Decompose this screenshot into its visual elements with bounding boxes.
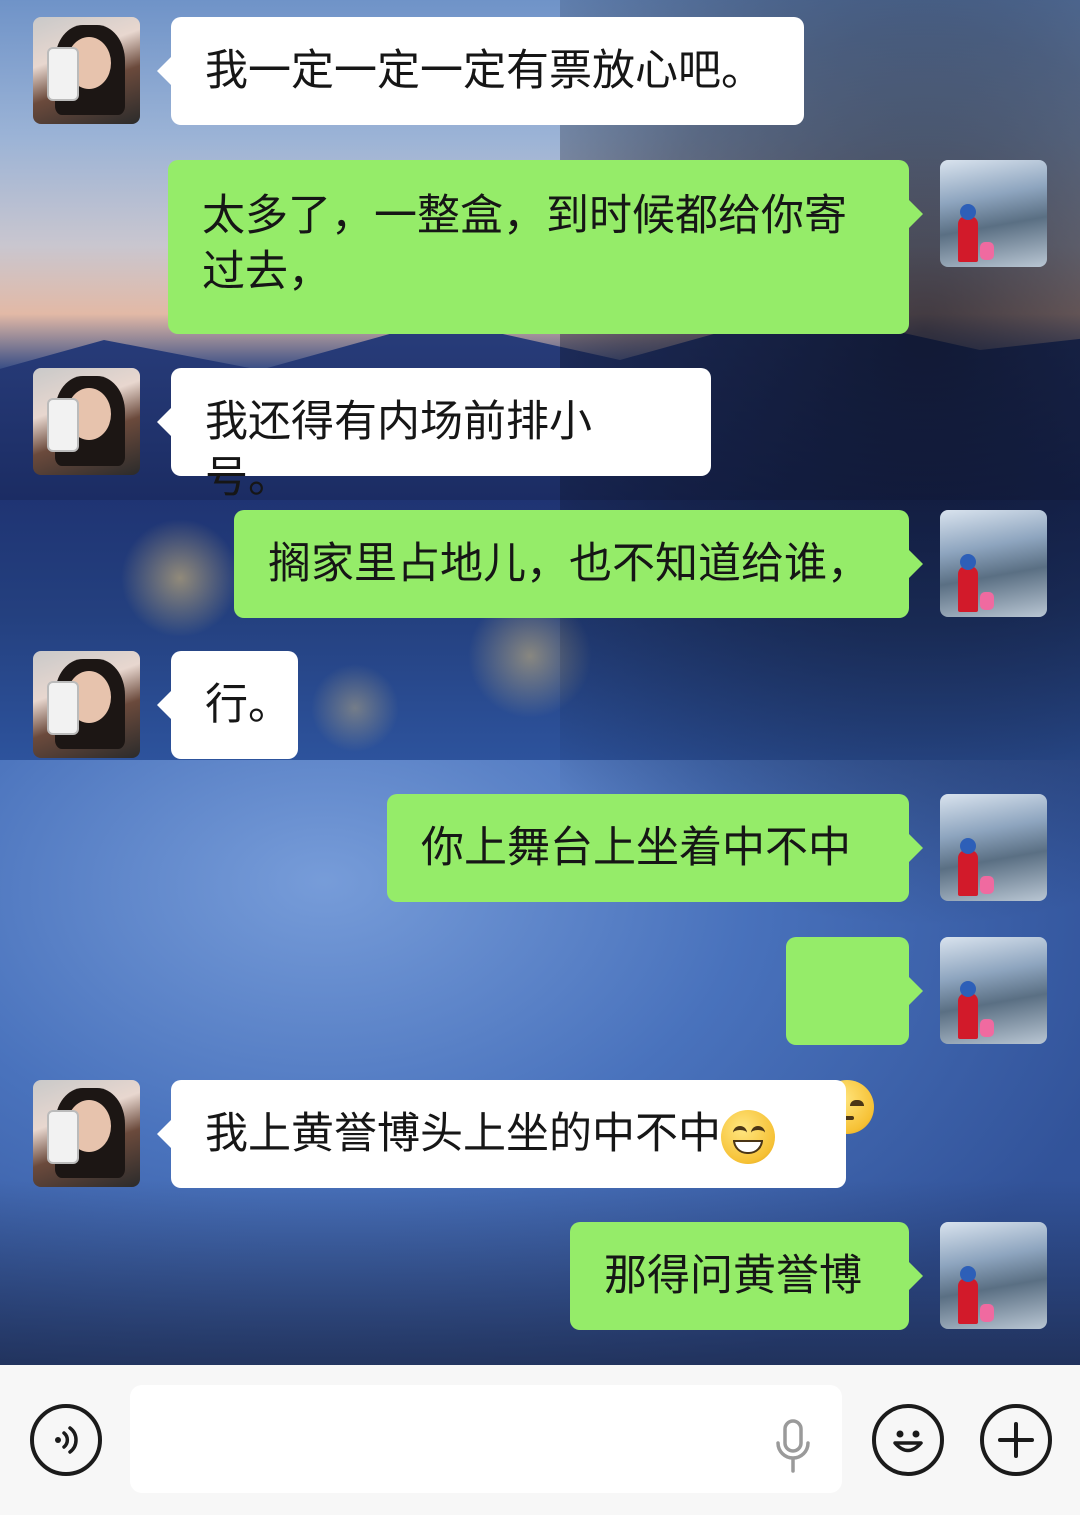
contact-avatar[interactable] [33, 17, 140, 124]
voice-wave-icon [55, 1426, 78, 1454]
contact-avatar[interactable] [33, 651, 140, 758]
chat-input-bar [0, 1365, 1080, 1515]
plus-icon [998, 1422, 1034, 1458]
message-text: 我上黄誉博头上坐的中不中 [205, 1109, 721, 1159]
message-bubble[interactable]: 我还得有内场前排小号。 [157, 368, 711, 503]
my-avatar[interactable] [940, 1222, 1047, 1329]
smiley-icon [893, 1430, 923, 1453]
message-bubble[interactable]: 你上舞台上坐着中不中 [387, 794, 923, 902]
message-input-field[interactable] [130, 1385, 842, 1493]
voice-mode-button[interactable] [30, 1404, 102, 1476]
contact-avatar[interactable] [33, 1080, 140, 1187]
my-avatar[interactable] [940, 794, 1047, 901]
my-avatar[interactable] [940, 510, 1047, 617]
more-functions-button[interactable] [980, 1404, 1052, 1476]
message-bubble[interactable]: 我一定一定一定有票放心吧。 [157, 17, 804, 125]
message-bubble[interactable]: 行。 [157, 651, 298, 759]
message-bubble[interactable]: 太多了，一整盒，到时候都给你寄过去， [168, 160, 923, 334]
contact-avatar[interactable] [33, 368, 140, 475]
message-bubble[interactable]: 搁家里占地儿，也不知道给谁， [234, 510, 923, 618]
message-bubble[interactable]: 那得问黄誉博 [570, 1222, 923, 1330]
message-bubble[interactable]: 我上黄誉博头上坐的中不中 [157, 1080, 846, 1188]
grinning-face-emoji-icon [721, 1109, 775, 1164]
emoji-message-bubble[interactable] [786, 937, 923, 1134]
my-avatar[interactable] [940, 160, 1047, 267]
my-avatar[interactable] [940, 937, 1047, 1044]
emoji-button[interactable] [872, 1404, 944, 1476]
microphone-icon[interactable] [775, 1419, 811, 1475]
